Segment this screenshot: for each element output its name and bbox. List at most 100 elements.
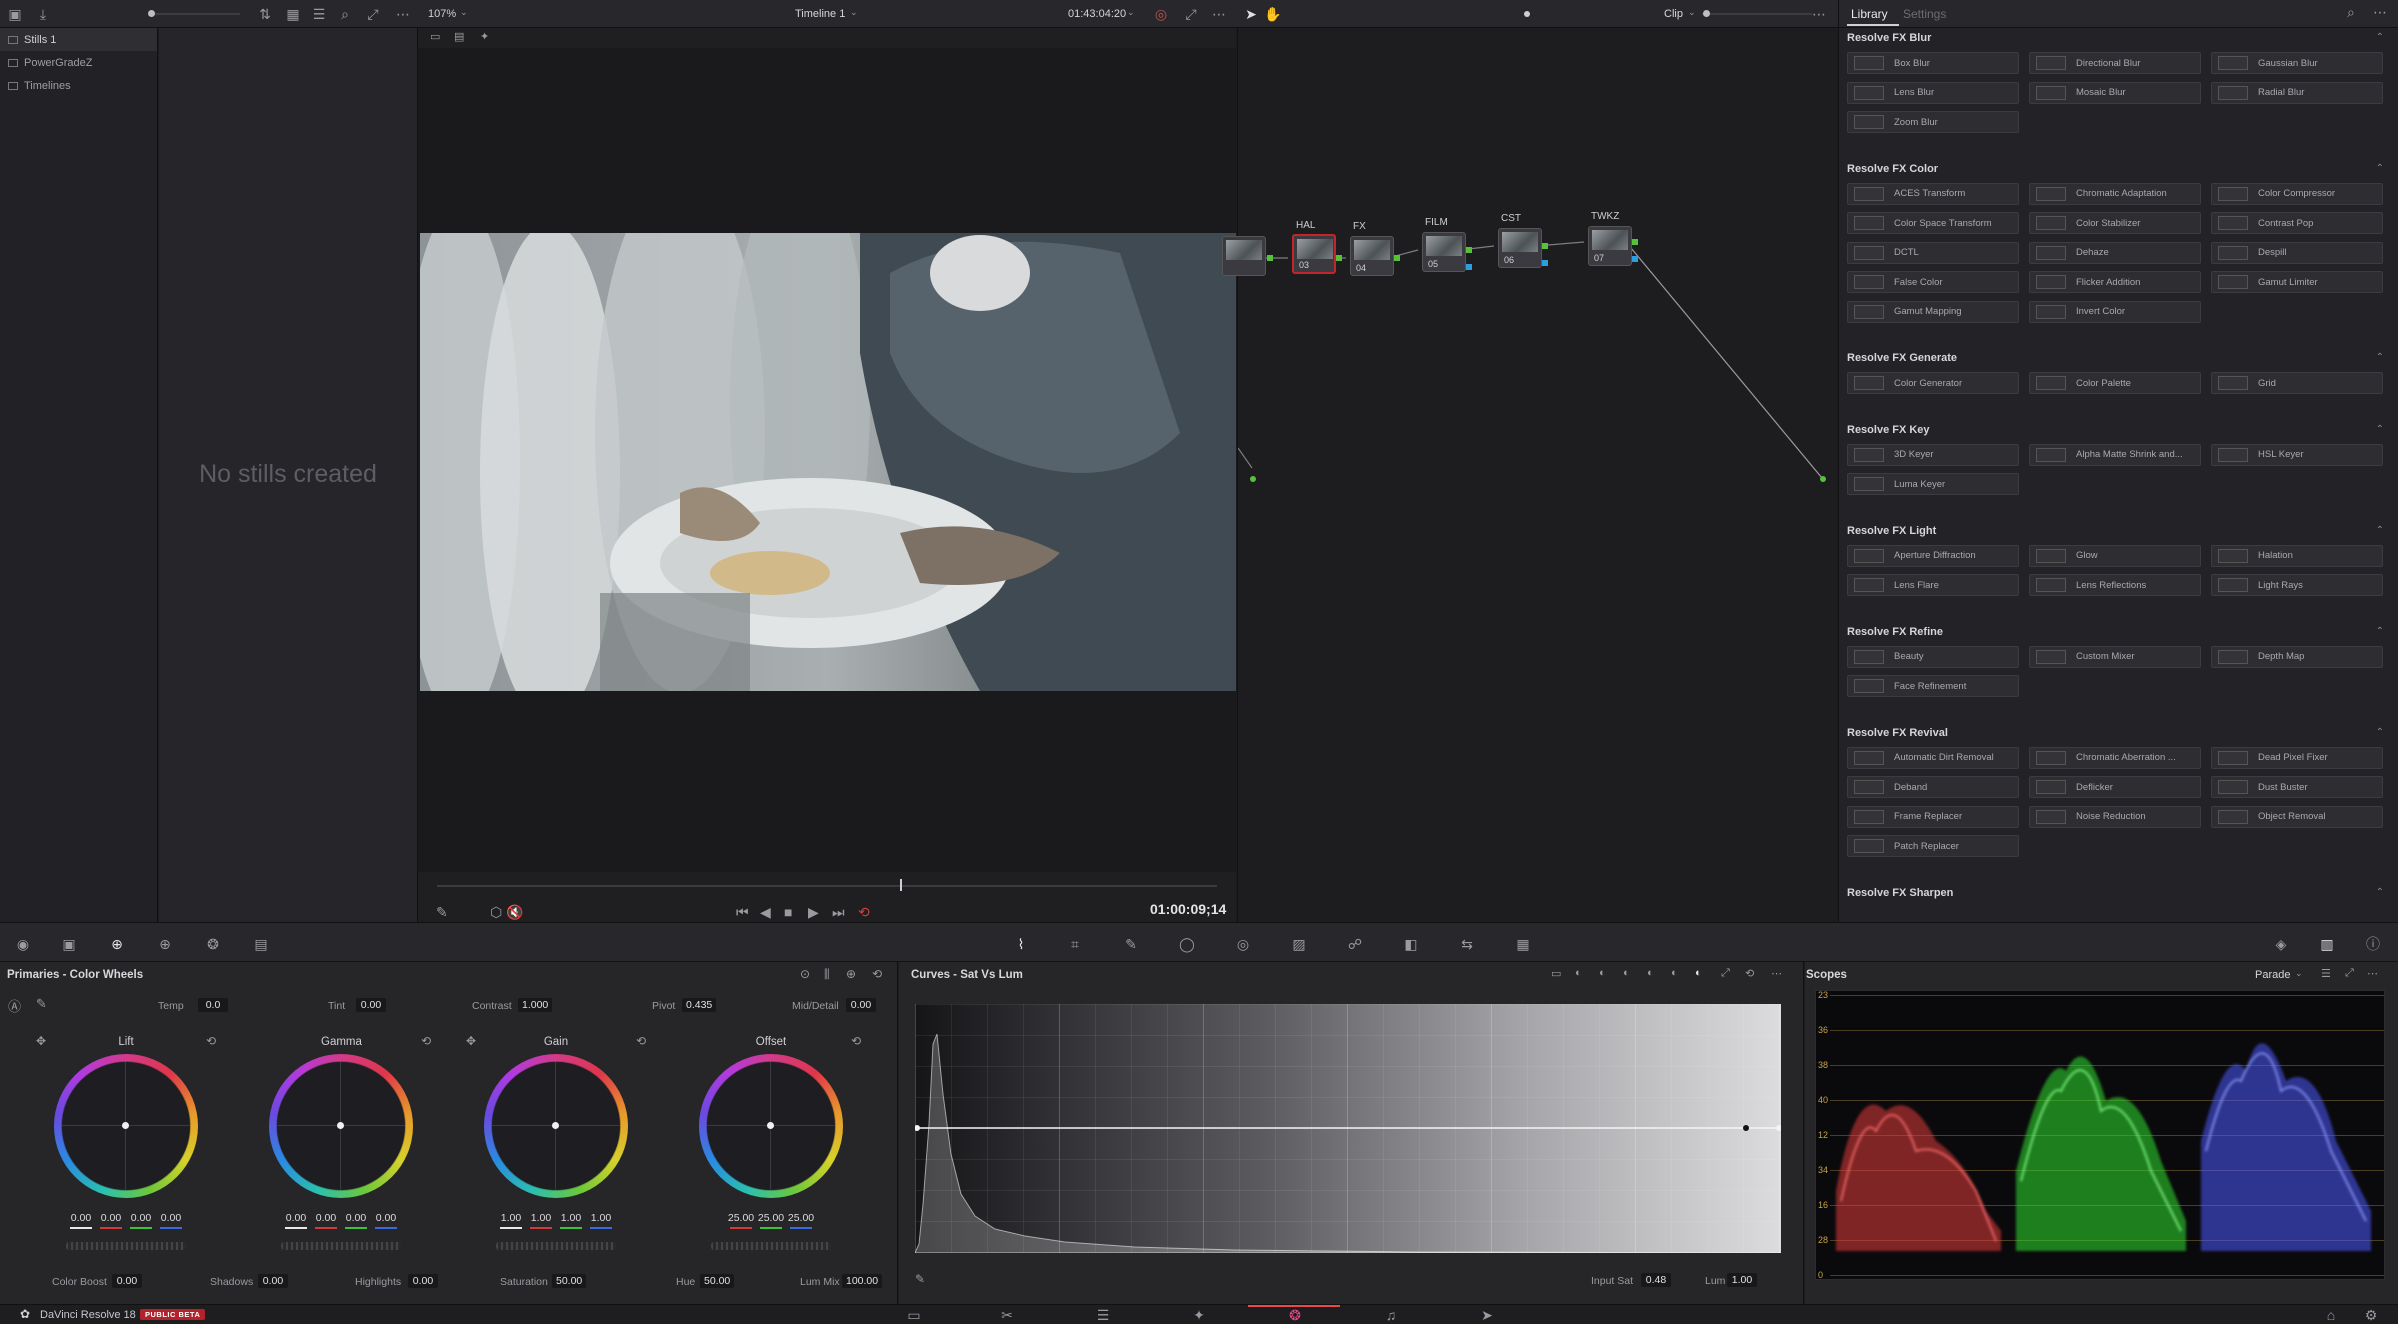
fx-item[interactable]: Noise Reduction: [2029, 805, 2201, 828]
color-wheel[interactable]: [54, 1054, 198, 1198]
more-options-icon[interactable]: ⋯: [2373, 4, 2387, 21]
chevron-down-icon[interactable]: ⌄: [2295, 968, 2303, 979]
import-icon[interactable]: ⤓: [34, 5, 52, 23]
param-value[interactable]: 0.0: [198, 998, 228, 1012]
fx-item[interactable]: Lens Blur: [1847, 81, 2019, 104]
tab-settings[interactable]: Settings: [1903, 7, 1946, 21]
wheel-reset-icon[interactable]: ⟲: [851, 1034, 861, 1048]
param-value[interactable]: 0.00: [356, 998, 386, 1012]
fx-item[interactable]: Custom Mixer: [2029, 645, 2201, 668]
sat-vs-sat-icon[interactable]: ◐: [1671, 967, 1678, 979]
magic-mask-icon[interactable]: ▨: [1290, 935, 1308, 953]
qualifier-icon[interactable]: ✎: [1122, 935, 1140, 953]
stop-icon[interactable]: ■: [784, 904, 792, 920]
color-warper-icon[interactable]: ⌗: [1066, 935, 1084, 953]
keyframes-icon[interactable]: ◈: [2272, 935, 2290, 953]
album-item-timelines[interactable]: Timelines: [0, 74, 157, 97]
node-zoom-slider[interactable]: [1702, 13, 1812, 15]
node-mode-selector[interactable]: Clip: [1664, 8, 1683, 20]
effects-overlay-icon[interactable]: ✦: [480, 30, 489, 43]
node-output-dot[interactable]: [1336, 255, 1342, 261]
hand-icon[interactable]: ✋: [1264, 5, 1282, 23]
mute-icon[interactable]: 🔇: [506, 904, 523, 921]
blur-icon[interactable]: ☍: [1346, 935, 1364, 953]
slider-handle[interactable]: [148, 10, 155, 17]
tracker-icon[interactable]: ◎: [1234, 935, 1252, 953]
fx-item[interactable]: Box Blur: [1847, 52, 2019, 74]
page-tab-fairlight[interactable]: ♫: [1382, 1307, 1400, 1323]
fx-item[interactable]: Glow: [2029, 544, 2201, 567]
page-tab-media[interactable]: ▭: [905, 1307, 923, 1323]
cube-icon[interactable]: ⬡: [490, 904, 502, 921]
fx-item[interactable]: Flicker Addition: [2029, 271, 2201, 293]
wheel-value[interactable]: 0.00: [372, 1212, 400, 1224]
collapse-chevron-icon[interactable]: ⌃: [2376, 424, 2384, 435]
fx-item[interactable]: DCTL: [1847, 241, 2019, 264]
single-view-icon[interactable]: ▭: [430, 30, 440, 43]
hdr-wheels-icon[interactable]: ⊕: [156, 935, 174, 953]
fx-item[interactable]: Halation: [2211, 544, 2383, 567]
chevron-down-icon[interactable]: ⌄: [460, 7, 468, 18]
playhead[interactable]: [900, 879, 903, 891]
fx-item[interactable]: Chromatic Aberration ...: [2029, 746, 2201, 769]
fx-item[interactable]: Depth Map: [2211, 645, 2383, 668]
fx-item[interactable]: Color Space Transform: [1847, 212, 2019, 234]
more-options-icon[interactable]: ⋯: [1771, 967, 1782, 980]
collapse-chevron-icon[interactable]: ⌃: [2376, 626, 2384, 637]
rgb-output-dot[interactable]: [1820, 476, 1826, 482]
settings-icon[interactable]: ⚙: [2362, 1307, 2380, 1323]
reset-icon[interactable]: ⟲: [1745, 967, 1754, 980]
3d-icon[interactable]: ▦: [1514, 935, 1532, 953]
master-wheel-jog[interactable]: [496, 1242, 616, 1250]
node-05-film[interactable]: FILM 05: [1422, 217, 1466, 272]
fx-item[interactable]: Chromatic Adaptation: [2029, 182, 2201, 205]
panel-toggle-icon[interactable]: ▣: [6, 5, 24, 23]
fx-item[interactable]: Contrast Pop: [2211, 212, 2383, 234]
param-value[interactable]: 0.00: [408, 1274, 438, 1288]
wheel-value[interactable]: 0.00: [312, 1212, 340, 1224]
param-value[interactable]: 0.00: [258, 1274, 288, 1288]
fx-item[interactable]: Frame Replacer: [1847, 805, 2019, 828]
more-options-icon[interactable]: ⋯: [2367, 967, 2378, 980]
page-tab-fusion[interactable]: ✦: [1190, 1307, 1208, 1323]
library-section-title[interactable]: Resolve FX Generate: [1847, 352, 1957, 364]
collapse-chevron-icon[interactable]: ⌃: [2376, 32, 2384, 43]
wheel-reset-icon[interactable]: ⟲: [636, 1034, 646, 1048]
search-icon[interactable]: ⌕: [2347, 4, 2355, 21]
split-view-icon[interactable]: ▤: [454, 30, 464, 43]
chevron-down-icon[interactable]: ⌄: [850, 7, 858, 18]
chevron-down-icon[interactable]: ⌄: [1127, 7, 1135, 18]
grid-view-icon[interactable]: ▦: [284, 5, 302, 23]
node-view-dot[interactable]: [1524, 11, 1530, 17]
key-icon[interactable]: ◧: [1402, 935, 1420, 953]
param-value[interactable]: 100.00: [842, 1274, 883, 1288]
wheel-reset-icon[interactable]: ⟲: [206, 1034, 216, 1048]
scope-mode-selector[interactable]: Parade: [2255, 969, 2290, 981]
node-output-dot[interactable]: [1394, 255, 1400, 261]
info-icon[interactable]: ⓘ: [2364, 935, 2382, 953]
collapse-chevron-icon[interactable]: ⌃: [2376, 163, 2384, 174]
timeline-name[interactable]: Timeline 1: [795, 8, 845, 20]
video-frame[interactable]: [420, 233, 1236, 691]
fullscreen-icon[interactable]: ⤢: [364, 5, 382, 23]
sort-icon[interactable]: ⇅: [256, 5, 274, 23]
color-icon[interactable]: ◎: [1152, 5, 1170, 23]
fx-item[interactable]: Face Refinement: [1847, 675, 2019, 697]
tab-library[interactable]: Library: [1851, 7, 1888, 21]
wheel-value[interactable]: 0.00: [342, 1212, 370, 1224]
home-icon[interactable]: ⌂: [2322, 1307, 2340, 1323]
wheel-picker-icon[interactable]: ✥: [466, 1034, 476, 1048]
color-wheel[interactable]: [269, 1054, 413, 1198]
library-section-title[interactable]: Resolve FX Refine: [1847, 626, 1943, 638]
play-icon[interactable]: ▶: [808, 904, 819, 921]
fx-item[interactable]: Gamut Mapping: [1847, 300, 2019, 323]
hue-vs-hue-icon[interactable]: ◐: [1575, 967, 1582, 979]
wheel-value[interactable]: 25.00: [787, 1212, 815, 1224]
color-match-icon[interactable]: ▣: [60, 935, 78, 953]
curve-point[interactable]: [1743, 1125, 1749, 1131]
fx-item[interactable]: Dehaze: [2029, 241, 2201, 264]
page-tab-color[interactable]: ❂: [1286, 1307, 1304, 1323]
curve-graph[interactable]: [915, 1004, 1781, 1253]
fx-item[interactable]: ACES Transform: [1847, 182, 2019, 205]
reset-icon[interactable]: ⟲: [872, 967, 882, 981]
